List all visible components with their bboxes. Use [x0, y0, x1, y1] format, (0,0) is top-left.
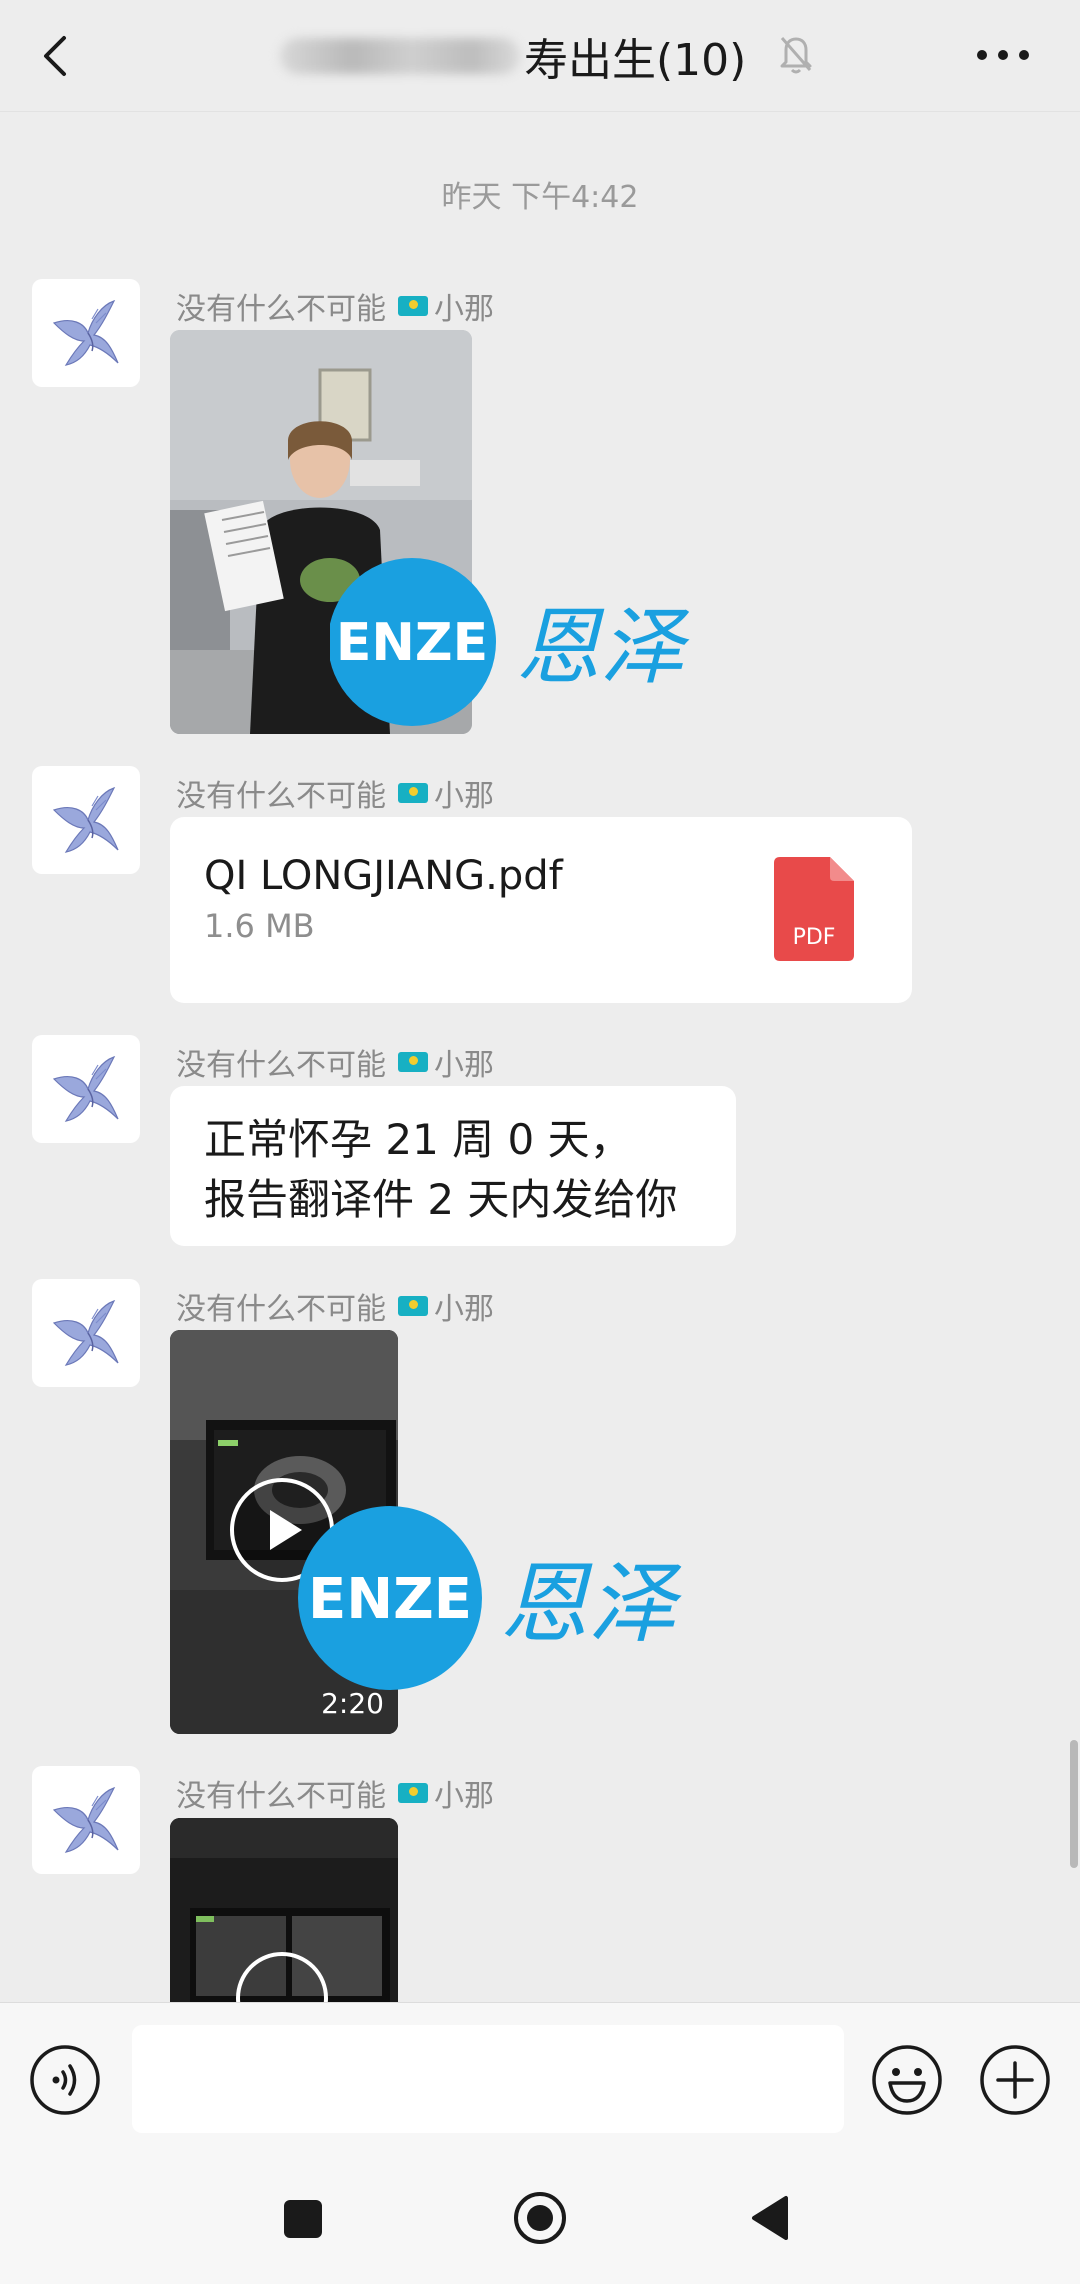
sender-name: 没有什么不可能 小那	[176, 1040, 494, 1084]
chat-timestamp: 昨天 下午4:42	[441, 180, 639, 215]
back-button[interactable]	[30, 24, 90, 88]
chat-scrollbar[interactable]	[1070, 1740, 1078, 1868]
sender-avatar[interactable]	[32, 1279, 140, 1387]
more-options-button[interactable]	[970, 30, 1040, 80]
sender-name: 没有什么不可能 小那	[176, 771, 494, 815]
video-message[interactable]	[170, 1818, 398, 2002]
file-message[interactable]: QI LONGJIANG.pdf 1.6 MB PDF	[170, 817, 912, 1003]
chevron-left-icon	[44, 36, 66, 76]
more-functions-button[interactable]	[978, 2043, 1052, 2117]
sender-name-text: 没有什么不可能	[176, 779, 386, 814]
watermark-cn-text: 恩泽	[500, 1552, 682, 1655]
enze-watermark: ENZE 恩泽	[328, 556, 702, 730]
message-input-bar	[0, 2002, 1080, 2150]
sender-name-suffix: 小那	[434, 1048, 494, 1083]
sender-name: 没有什么不可能 小那	[176, 1284, 494, 1328]
sender-avatar[interactable]	[32, 279, 140, 387]
recent-apps-button[interactable]	[284, 2200, 322, 2238]
chat-title: 寿出生(10)	[280, 26, 746, 86]
sender-name-suffix: 小那	[434, 292, 494, 327]
file-size: 1.6 MB	[204, 907, 315, 945]
message-line: 报告翻译件 2 天内发给你	[204, 1175, 678, 1224]
sender-avatar[interactable]	[32, 1766, 140, 1874]
chat-header: 寿出生(10)	[0, 0, 1080, 112]
file-name: QI LONGJIANG.pdf	[204, 853, 563, 899]
voice-icon	[30, 2045, 100, 2115]
sender-name-text: 没有什么不可能	[176, 1048, 386, 1083]
home-button[interactable]	[512, 2190, 568, 2246]
plus-icon	[980, 2045, 1050, 2115]
sender-name-suffix: 小那	[434, 1779, 494, 1814]
blurred-title-segment	[280, 38, 520, 74]
sender-name: 没有什么不可能 小那	[176, 284, 494, 328]
triangle-back-icon	[752, 2196, 788, 2240]
home-circle-icon	[514, 2192, 566, 2244]
system-navigation-bar	[0, 2150, 1080, 2284]
sender-name-text: 没有什么不可能	[176, 1292, 386, 1327]
chat-title-text: 寿出生(10)	[524, 35, 747, 86]
more-dots-icon	[977, 50, 1029, 60]
message-input[interactable]	[132, 2025, 844, 2133]
kazakhstan-flag-icon	[398, 296, 428, 316]
enze-watermark: ENZE 恩泽	[298, 1506, 698, 1694]
sender-avatar[interactable]	[32, 766, 140, 874]
kazakhstan-flag-icon	[398, 783, 428, 803]
kazakhstan-flag-icon	[398, 1296, 428, 1316]
sender-name-suffix: 小那	[434, 1292, 494, 1327]
system-back-button[interactable]	[748, 2194, 792, 2242]
message-line: 正常怀孕 21 周 0 天，	[204, 1115, 632, 1164]
watermark-cn-text: 恩泽	[516, 598, 690, 696]
sender-name-text: 没有什么不可能	[176, 292, 386, 327]
pdf-badge-text: PDF	[792, 925, 836, 950]
sender-name: 没有什么不可能 小那	[176, 1771, 494, 1815]
watermark-logo-text: ENZE	[336, 613, 488, 673]
kazakhstan-flag-icon	[398, 1052, 428, 1072]
emoji-button[interactable]	[870, 2043, 944, 2117]
sender-name-text: 没有什么不可能	[176, 1779, 386, 1814]
voice-input-button[interactable]	[28, 2043, 102, 2117]
text-message-bubble[interactable]: 正常怀孕 21 周 0 天， 报告翻译件 2 天内发给你	[170, 1086, 736, 1246]
bell-off-icon	[776, 30, 816, 78]
sender-name-suffix: 小那	[434, 779, 494, 814]
watermark-logo-text: ENZE	[308, 1567, 472, 1632]
emoji-icon	[872, 2045, 942, 2115]
kazakhstan-flag-icon	[398, 1783, 428, 1803]
sender-avatar[interactable]	[32, 1035, 140, 1143]
